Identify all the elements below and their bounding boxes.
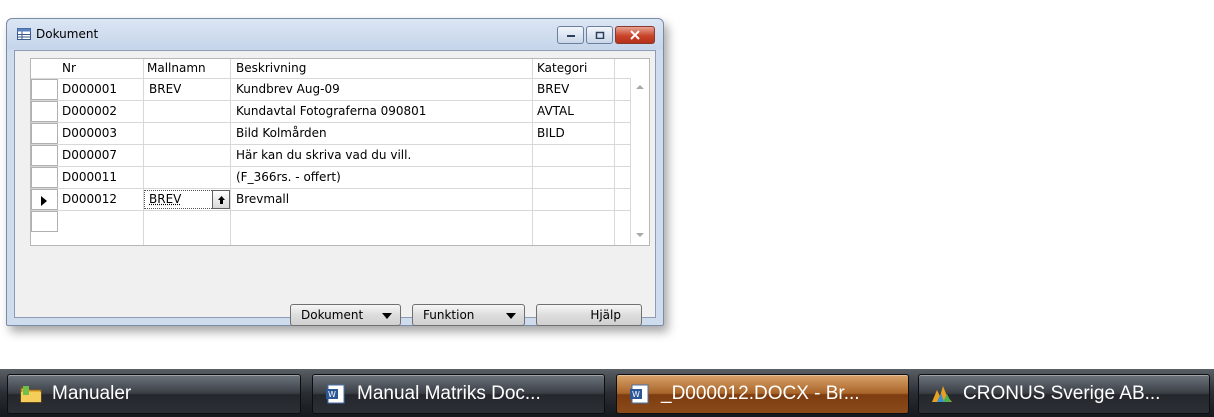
document-grid: Nr Mallnamn Beskrivning Kategori D000001… [30, 58, 650, 246]
chevron-down-icon [506, 313, 516, 319]
navision-icon [932, 386, 952, 402]
row-selector[interactable] [31, 145, 58, 166]
cell-beskrivning[interactable]: (F_366rs. - offert) [236, 167, 341, 188]
scroll-down-icon[interactable] [636, 233, 644, 237]
mallnamn-edit-value: BREV [149, 192, 182, 206]
cell-nr[interactable]: D000002 [62, 101, 117, 122]
row-selector[interactable] [31, 123, 58, 144]
taskbar-item-label: _D000012.DOCX - Br... [661, 383, 860, 404]
window-title: Dokument [36, 27, 99, 41]
cell-beskrivning[interactable]: Brevmall [236, 189, 289, 210]
help-button[interactable]: Hjälp [536, 304, 642, 326]
taskbar-item-label: CRONUS Sverige AB... [963, 383, 1161, 404]
lookup-arrow-up-icon [217, 195, 225, 204]
cell-kategori[interactable]: AVTAL [537, 101, 574, 122]
close-icon [630, 30, 640, 40]
taskbar-item-manualer[interactable]: Manualer [7, 374, 301, 414]
lookup-button[interactable] [212, 190, 230, 209]
svg-text:W: W [632, 390, 640, 399]
cell-mallnamn[interactable]: BREV [149, 79, 181, 100]
cell-nr[interactable]: D000007 [62, 145, 117, 166]
vertical-scrollbar[interactable] [630, 78, 649, 244]
column-divider [614, 59, 615, 245]
cell-nr[interactable]: D000012 [62, 189, 117, 210]
maximize-icon [595, 31, 604, 39]
svg-text:W: W [328, 390, 336, 399]
column-header-beskrivning[interactable]: Beskrivning [236, 59, 306, 77]
row-selector[interactable] [31, 167, 58, 188]
taskbar: Manualer W Manual Matriks Doc... W _D000… [0, 369, 1214, 417]
window-controls [557, 26, 655, 44]
word-doc-icon: W [630, 384, 649, 404]
cell-beskrivning[interactable]: Bild Kolmården [236, 123, 327, 144]
table-row[interactable]: D000001 BREV Kundbrev Aug-09 BREV [31, 78, 649, 100]
table-icon [17, 28, 31, 40]
taskbar-item-d000012-docx[interactable]: W _D000012.DOCX - Br... [616, 374, 909, 414]
current-row-arrow-icon [41, 196, 47, 206]
chevron-down-icon [382, 313, 392, 319]
title-bar[interactable]: Dokument [7, 19, 663, 49]
column-header-kategori[interactable]: Kategori [537, 59, 587, 77]
cell-beskrivning[interactable]: Kundbrev Aug-09 [236, 79, 340, 100]
cell-nr[interactable]: D000003 [62, 123, 117, 144]
minimize-button[interactable] [557, 26, 584, 44]
column-header-nr[interactable]: Nr [62, 59, 76, 77]
window-client-area: Nr Mallnamn Beskrivning Kategori D000001… [14, 50, 656, 326]
cell-nr[interactable]: D000001 [62, 79, 117, 100]
word-doc-icon: W [326, 384, 345, 404]
funktion-menu-button[interactable]: Funktion [412, 304, 525, 326]
cell-beskrivning[interactable]: Här kan du skriva vad du vill. [236, 145, 411, 166]
maximize-button[interactable] [586, 26, 613, 44]
row-selector[interactable] [31, 211, 58, 232]
taskbar-item-label: Manual Matriks Doc... [357, 383, 541, 404]
minimize-icon [566, 35, 575, 37]
cell-kategori[interactable]: BILD [537, 123, 565, 144]
mallnamn-edit-field[interactable]: BREV [144, 190, 230, 209]
scroll-up-icon[interactable] [636, 85, 644, 89]
folder-icon [20, 386, 42, 403]
table-row[interactable]: D000011 (F_366rs. - offert) [31, 166, 649, 188]
row-selector[interactable] [31, 79, 58, 100]
help-button-label: Hjälp [590, 308, 621, 322]
table-row[interactable]: D000002 Kundavtal Fotograferna 090801 AV… [31, 100, 649, 122]
cell-beskrivning[interactable]: Kundavtal Fotograferna 090801 [236, 101, 426, 122]
dokument-menu-button[interactable]: Dokument [290, 304, 401, 326]
dokument-button-label: Dokument [301, 308, 364, 322]
funktion-button-label: Funktion [423, 308, 475, 322]
taskbar-item-label: Manualer [52, 383, 132, 404]
row-selector[interactable] [31, 101, 58, 122]
table-row-selected[interactable]: D000012 BREV Brevmall [31, 188, 649, 210]
cell-nr[interactable]: D000011 [62, 167, 117, 188]
dokument-window: Dokument Nr Mallnamn Beskrivning Kategor… [6, 18, 664, 326]
table-row[interactable]: D000007 Här kan du skriva vad du vill. [31, 144, 649, 166]
row-selector[interactable] [31, 189, 58, 210]
close-button[interactable] [615, 26, 655, 44]
table-row-new[interactable] [31, 210, 649, 232]
column-header-mallnamn[interactable]: Mallnamn [147, 59, 206, 77]
column-divider [532, 59, 533, 245]
column-divider [143, 59, 144, 245]
taskbar-item-cronus[interactable]: CRONUS Sverige AB... [918, 374, 1210, 414]
cell-kategori[interactable]: BREV [537, 79, 569, 100]
column-divider [230, 59, 231, 245]
taskbar-item-manual-matriks[interactable]: W Manual Matriks Doc... [312, 374, 605, 414]
table-row[interactable]: D000003 Bild Kolmården BILD [31, 122, 649, 144]
